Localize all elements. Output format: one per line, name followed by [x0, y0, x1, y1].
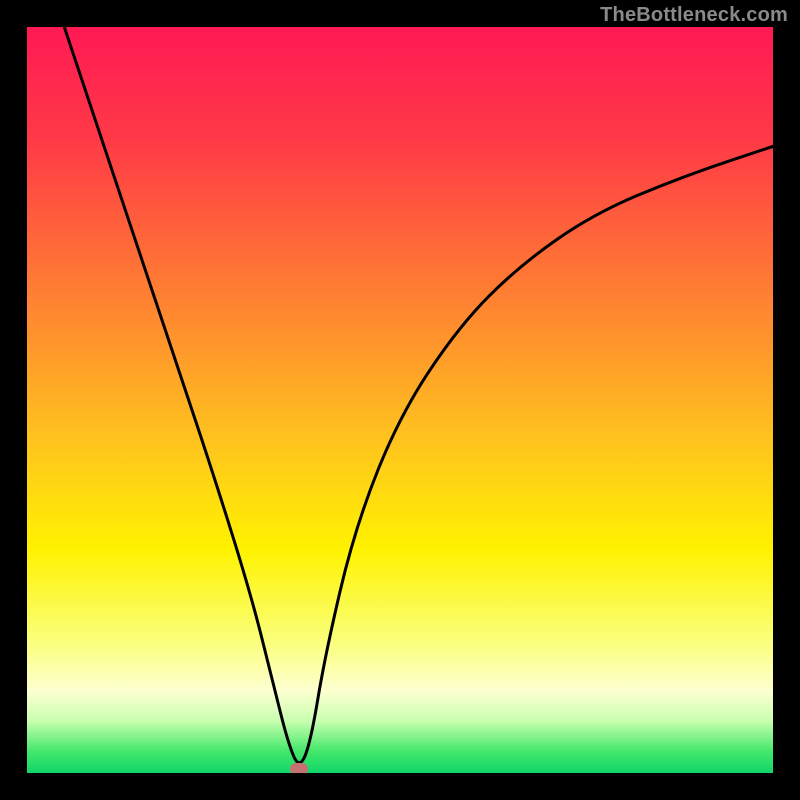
watermark-text: TheBottleneck.com [600, 4, 788, 27]
optimal-point-marker [290, 763, 308, 773]
bottleneck-curve [64, 27, 773, 763]
plot-area [27, 27, 773, 773]
curve-layer [27, 27, 773, 773]
chart-frame: TheBottleneck.com [0, 0, 800, 800]
